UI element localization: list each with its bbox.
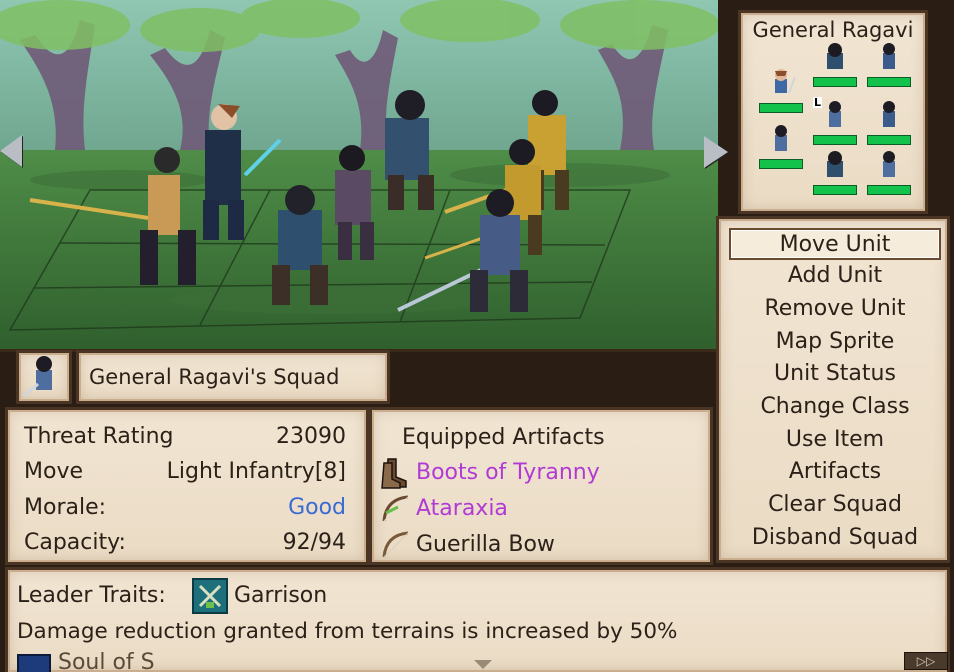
artifact-name: Boots of Tyranny — [416, 460, 600, 485]
formation-slot-leader[interactable] — [759, 67, 803, 113]
crossed-swords-icon — [198, 584, 222, 608]
add-unit-button[interactable]: Add Unit — [729, 261, 941, 293]
formation-slot[interactable] — [759, 123, 803, 169]
move-row: Move Light Infantry[8] — [24, 459, 346, 489]
unit-status-button[interactable]: Unit Status — [729, 359, 941, 391]
artifact-item[interactable]: Guerilla Bow — [380, 529, 700, 563]
artifacts-button[interactable]: Artifacts — [729, 457, 941, 489]
leader-traits-label: Leader Traits: — [17, 583, 166, 608]
general-name: General Ragavi — [752, 18, 914, 42]
leader-traits-panel: Leader Traits: Garrison Damage reduction… — [5, 567, 950, 672]
map-sprite-button[interactable]: Map Sprite — [729, 327, 941, 359]
hp-bar — [759, 159, 803, 169]
artifacts-title: Equipped Artifacts — [402, 425, 605, 450]
remove-unit-button[interactable]: Remove Unit — [729, 294, 941, 326]
trait-icon — [17, 654, 51, 672]
bow-icon — [382, 495, 409, 522]
artifact-name: Guerilla Bow — [416, 532, 555, 557]
trait-name: Garrison — [234, 583, 328, 608]
hp-bar — [867, 185, 911, 195]
equipped-artifacts-panel: Equipped Artifacts Boots of Tyranny Atar… — [369, 407, 713, 565]
morale-value: Good — [288, 495, 346, 520]
bow-icon — [382, 531, 409, 558]
swordsman-sprite — [775, 69, 796, 94]
capacity-label: Capacity: — [24, 530, 126, 555]
morale-label: Morale: — [24, 495, 107, 520]
formation-slot[interactable] — [867, 149, 911, 195]
squad-name-box: General Ragavi's Squad — [76, 350, 390, 404]
hp-bar — [813, 135, 857, 145]
archer-sprite — [883, 43, 895, 69]
hp-bar — [867, 135, 911, 145]
previous-squad-arrow[interactable] — [0, 135, 22, 167]
morale-row: Morale: Good — [24, 495, 346, 525]
forest-battlefield — [0, 0, 718, 349]
squad-leader-portrait — [16, 350, 72, 404]
hp-bar — [867, 77, 911, 87]
battle-scene — [0, 0, 718, 352]
clear-squad-button[interactable]: Clear Squad — [729, 490, 941, 522]
threat-rating-label: Threat Rating — [24, 424, 174, 449]
artifact-name: Ataraxia — [416, 496, 508, 521]
capacity-value: 92/94 — [282, 530, 346, 555]
hp-bar — [759, 103, 803, 113]
garrison-icon[interactable] — [192, 578, 228, 614]
hooded-rogue-sprite — [827, 43, 843, 69]
swordswoman-sprite — [775, 125, 787, 151]
formation-slot[interactable] — [813, 41, 857, 87]
move-value: Light Infantry[8] — [166, 459, 346, 484]
boots-icon — [381, 458, 407, 489]
scroll-down-arrow-icon[interactable] — [474, 660, 492, 669]
hp-bar — [813, 77, 857, 87]
move-label: Move — [24, 459, 83, 484]
swordswoman-sprite — [883, 151, 895, 177]
trait-description: Damage reduction granted from terrains i… — [17, 619, 678, 644]
squad-name: General Ragavi's Squad — [89, 365, 340, 389]
squad-command-menu: Move Unit Add Unit Remove Unit Map Sprit… — [716, 216, 950, 563]
fast-forward-icon[interactable]: ▷▷ — [904, 652, 948, 670]
formation-slot[interactable] — [867, 41, 911, 87]
formation-slot[interactable] — [813, 149, 857, 195]
squad-stats-panel: Threat Rating 23090 Move Light Infantry[… — [5, 407, 369, 565]
move-unit-button[interactable]: Move Unit — [729, 228, 941, 260]
capacity-row: Capacity: 92/94 — [24, 530, 346, 560]
use-item-button[interactable]: Use Item — [729, 425, 941, 457]
artifact-item[interactable]: Ataraxia — [380, 493, 700, 527]
formation-slot[interactable] — [813, 99, 857, 145]
next-trait-name: Soul of S — [58, 650, 155, 672]
change-class-button[interactable]: Change Class — [729, 392, 941, 424]
threat-rating-row: Threat Rating 23090 — [24, 424, 346, 454]
next-squad-arrow[interactable] — [704, 136, 728, 168]
disband-squad-button[interactable]: Disband Squad — [729, 523, 941, 555]
swordswoman-sprite — [829, 101, 841, 127]
hp-bar — [813, 185, 857, 195]
squad-formation-panel: General Ragavi L — [738, 10, 928, 214]
formation-slot[interactable] — [867, 99, 911, 145]
artifact-item[interactable]: Boots of Tyranny — [380, 457, 700, 491]
hooded-rogue-sprite — [827, 151, 843, 177]
archer-sprite — [883, 101, 895, 127]
swordswoman-sprite — [23, 356, 52, 398]
threat-rating-value: 23090 — [276, 424, 346, 449]
